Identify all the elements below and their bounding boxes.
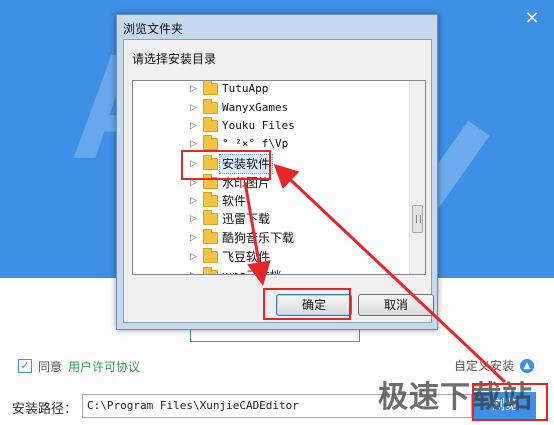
- arrow-to-ok: [243, 181, 271, 286]
- annotation-arrows: [243, 163, 507, 384]
- arrow-to-folder: [273, 163, 507, 384]
